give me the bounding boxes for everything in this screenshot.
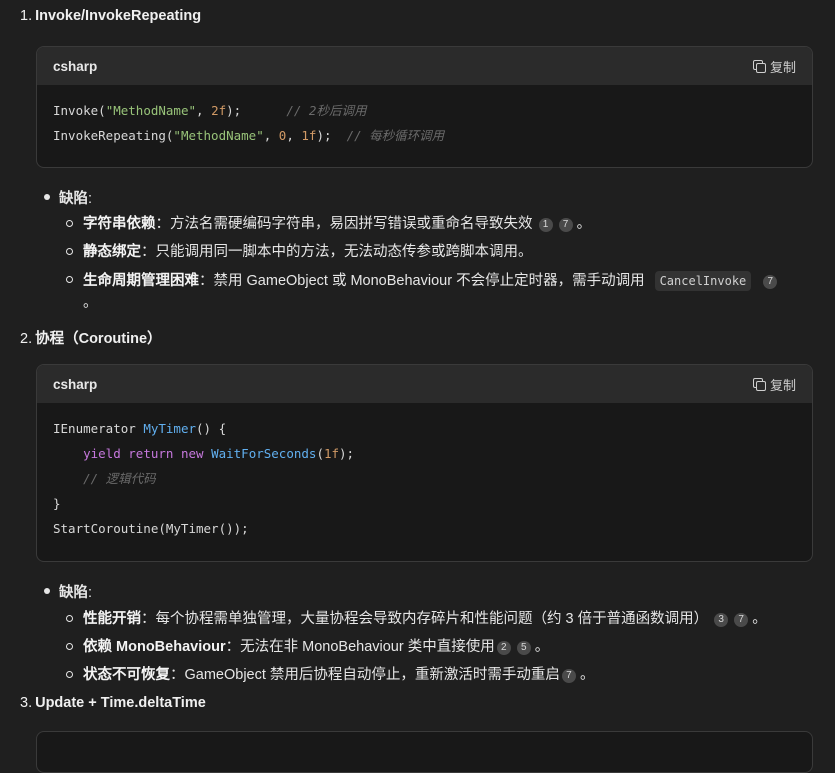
section-title: 协程（Coroutine） [35,331,162,347]
citation-badge[interactable]: 7 [734,613,749,627]
defect-item: 字符串依赖：方法名需硬编码字符串，易因拼写错误或重命名导致失效 1 7 。 [66,214,815,234]
defects-bullet-1: 缺陷: [44,187,92,208]
code-block-header: csharp 复制 [37,47,812,85]
copy-button[interactable]: 复制 [752,57,796,76]
defect-item: 依赖 MonoBehaviour：无法在非 MonoBehaviour 类中直接… [66,637,815,657]
citation-badge[interactable]: 1 [538,218,553,232]
defects-bullet-2: 缺陷: [44,581,92,602]
code-block-2: csharp 复制 IEnumerator MyTimer() { yield … [36,364,813,562]
copy-label: 复制 [769,377,796,393]
defect-item: 状态不可恢复：GameObject 禁用后协程自动停止，重新激活时需手动重启 7 … [66,665,815,685]
citation-badge[interactable]: 2 [496,641,511,655]
section-title: Invoke/InvokeRepeating [35,8,202,24]
defect-item: 生命周期管理困难：禁用 GameObject 或 MonoBehaviour 不… [66,270,815,314]
copy-button[interactable]: 复制 [752,375,796,394]
section-number: 2. [20,331,33,347]
citation-badge[interactable]: 3 [714,613,729,627]
code-language-label: csharp [53,376,98,392]
copy-icon [752,378,766,391]
section-heading-3: 3. Update + Time.deltaTime [20,695,206,711]
citation-badge[interactable]: 7 [763,275,778,289]
citation-badge[interactable]: 5 [516,641,531,655]
inline-code: CancelInvoke [654,271,752,291]
defect-item: 性能开销：每个协程需单独管理，大量协程会导致内存碎片和性能问题（约 3 倍于普通… [66,609,815,629]
defect-item: 静态绑定：只能调用同一脚本中的方法，无法动态传参或跨脚本调用。 [66,242,815,262]
section-heading-2: 2. 协程（Coroutine） [20,327,162,348]
section-number: 3. [20,695,33,711]
code-block-1: csharp 复制 Invoke("MethodName", 2f); // 2… [36,46,813,168]
copy-label: 复制 [769,59,796,75]
code-block-header: csharp 复制 [37,365,812,403]
code-block-3 [36,731,813,773]
citation-badge[interactable]: 7 [558,218,573,232]
section-heading-1: 1. Invoke/InvokeRepeating [20,8,201,24]
copy-icon [752,60,766,73]
section-title: Update + Time.deltaTime [35,695,206,711]
section-number: 1. [20,8,33,24]
citation-badge[interactable]: 7 [561,669,576,683]
code-content: Invoke("MethodName", 2f); // 2秒后调用 Invok… [53,103,445,143]
code-language-label: csharp [53,58,98,74]
code-content: IEnumerator MyTimer() { yield return new… [53,421,355,536]
